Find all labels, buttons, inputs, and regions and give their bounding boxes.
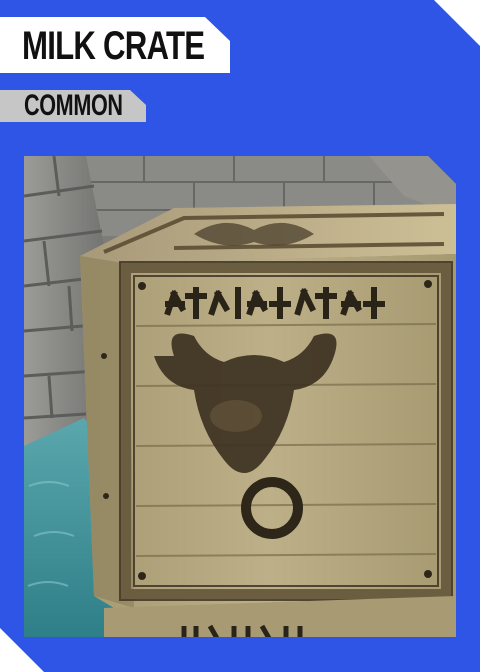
card-corner-notch <box>434 0 480 46</box>
item-rarity: COMMON <box>24 89 123 122</box>
item-card: MILK CRATE COMMON <box>0 0 480 672</box>
item-name: MILK CRATE <box>22 24 205 68</box>
item-image <box>24 156 456 637</box>
crate-illustration <box>24 156 456 637</box>
